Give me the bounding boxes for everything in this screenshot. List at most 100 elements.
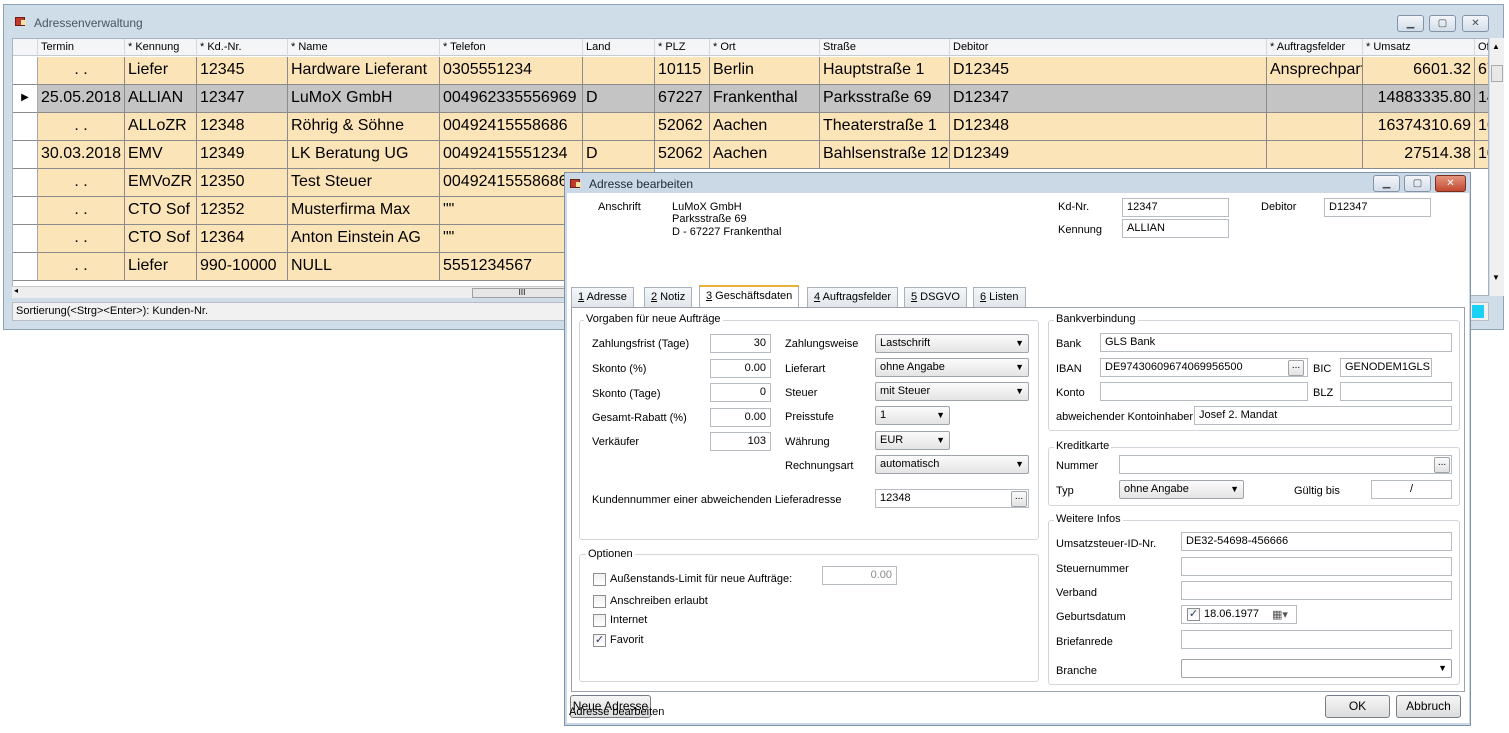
cell-telefon[interactable]: 00492415558686 [440, 113, 583, 141]
konto-field[interactable] [1100, 382, 1308, 401]
cell-plz[interactable]: 52062 [655, 113, 710, 141]
cell-kdnr[interactable]: 990-10000 [197, 253, 288, 281]
cell-telefon[interactable]: 5551234567 [440, 253, 583, 281]
gueltig-field[interactable]: / [1371, 480, 1452, 499]
tab-listen[interactable]: 6 Listen [973, 287, 1026, 307]
cell-kennung[interactable]: EMVoZR [125, 169, 197, 197]
ok-button[interactable]: OK [1325, 695, 1390, 718]
column-header-kennung[interactable]: * Kennung [125, 39, 197, 56]
dialog-close-button[interactable]: ✕ [1435, 175, 1466, 192]
cell-kennung[interactable]: CTO Sof [125, 197, 197, 225]
cell-land[interactable] [583, 57, 655, 85]
liefer-kd-field[interactable]: 12348 [875, 489, 1029, 508]
main-titlebar[interactable]: Adressenverwaltung ▁ ▢ ✕ [4, 5, 1503, 35]
skonto-tage-field[interactable]: 0 [710, 383, 771, 402]
tab-dsgvo[interactable]: 5 DSGVO [904, 287, 967, 307]
cell-name[interactable]: Test Steuer [288, 169, 440, 197]
cell-land[interactable]: D [583, 141, 655, 169]
cell-name[interactable]: Anton Einstein AG [288, 225, 440, 253]
row-indicator-icon[interactable]: ▶ [13, 85, 38, 113]
column-header-termin[interactable]: Termin [38, 39, 125, 56]
column-header-land[interactable]: Land [583, 39, 655, 56]
column-header-offen[interactable]: Offen [1475, 39, 1488, 56]
kennung-field[interactable]: ALLIAN [1122, 219, 1229, 238]
cell-umsatz[interactable]: 14883335.80 [1363, 85, 1475, 113]
cell-termin[interactable]: . . [38, 253, 125, 281]
cell-termin[interactable]: . . [38, 225, 125, 253]
cell-ort[interactable]: Frankenthal [710, 85, 820, 113]
branche-select[interactable]: ▼ [1181, 659, 1452, 678]
maximize-button[interactable]: ▢ [1429, 15, 1456, 32]
cell-debitor[interactable]: D12349 [950, 141, 1267, 169]
column-header-debitor[interactable]: Debitor [950, 39, 1267, 56]
cell-kdnr[interactable]: 12347 [197, 85, 288, 113]
cell-ort[interactable]: Aachen [710, 141, 820, 169]
verband-field[interactable] [1181, 581, 1452, 600]
cell-plz[interactable]: 52062 [655, 141, 710, 169]
row-header[interactable] [13, 225, 38, 253]
cell-strasse[interactable]: Parksstraße 69 [820, 85, 950, 113]
anschreiben-checkbox[interactable] [593, 595, 606, 608]
cell-telefon[interactable]: 004962335556969 [440, 85, 583, 113]
column-header-kdnr[interactable]: * Kd.-Nr. [197, 39, 288, 56]
favorit-checkbox[interactable]: ✓ [593, 634, 606, 647]
verkaeufer-field[interactable]: 103 [710, 432, 771, 451]
cell-debitor[interactable]: D12347 [950, 85, 1267, 113]
cell-ort[interactable]: Aachen [710, 113, 820, 141]
dialog-minimize-button[interactable]: ▁ [1373, 175, 1400, 192]
cell-termin[interactable]: . . [38, 57, 125, 85]
cell-kdnr[interactable]: 12345 [197, 57, 288, 85]
cell-kennung[interactable]: Liefer [125, 57, 197, 85]
cell-plz[interactable]: 67227 [655, 85, 710, 113]
column-header-plz[interactable]: * PLZ [655, 39, 710, 56]
zahlungsweise-select[interactable]: Lastschrift ▼ [875, 334, 1029, 353]
cell-umsatz[interactable]: 27514.38 [1363, 141, 1475, 169]
cell-telefon[interactable]: "" [440, 225, 583, 253]
briefanrede-field[interactable] [1181, 630, 1452, 649]
kk-typ-select[interactable]: ohne Angabe ▼ [1119, 480, 1244, 499]
liefer-kd-browse-button[interactable]: ... [1011, 491, 1027, 507]
cell-plz[interactable]: 10115 [655, 57, 710, 85]
cell-telefon[interactable]: "" [440, 197, 583, 225]
column-header-auftrag[interactable]: * Auftragsfelder [1267, 39, 1363, 56]
scroll-left-icon[interactable]: ◂ [14, 286, 18, 295]
cell-termin[interactable]: . . [38, 169, 125, 197]
column-header-name[interactable]: * Name [288, 39, 440, 56]
column-header-strasse[interactable]: Straße [820, 39, 950, 56]
cell-name[interactable]: LuMoX GmbH [288, 85, 440, 113]
kdnr-field[interactable]: 12347 [1122, 198, 1229, 217]
cell-offen[interactable]: 14033540.1 [1475, 85, 1488, 113]
table-row[interactable]: . . ALLoZR 12348 Röhrig & Söhne 004924155586… [13, 113, 1488, 141]
minimize-button[interactable]: ▁ [1397, 15, 1424, 32]
cell-land[interactable]: D [583, 85, 655, 113]
preisstufe-select[interactable]: 1 ▼ [875, 406, 950, 425]
cell-debitor[interactable]: D12348 [950, 113, 1267, 141]
row-header[interactable] [13, 253, 38, 281]
waehrung-select[interactable]: EUR ▼ [875, 431, 950, 450]
close-button[interactable]: ✕ [1462, 15, 1489, 32]
limit-field[interactable]: 0.00 [822, 566, 897, 585]
cell-strasse[interactable]: Hauptstraße 1 [820, 57, 950, 85]
cell-kdnr[interactable]: 12349 [197, 141, 288, 169]
internet-checkbox[interactable] [593, 614, 606, 627]
cell-termin[interactable]: 30.03.2018 [38, 141, 125, 169]
cell-name[interactable]: Röhrig & Söhne [288, 113, 440, 141]
ust-field[interactable]: DE32-54698-456666 [1181, 532, 1452, 551]
row-header[interactable] [13, 57, 38, 85]
cell-termin[interactable]: 25.05.2018 [38, 85, 125, 113]
bank-field[interactable]: GLS Bank [1100, 333, 1452, 352]
inhaber-field[interactable]: Josef 2. Mandat [1194, 406, 1452, 425]
cell-telefon[interactable]: 00492415551234 [440, 141, 583, 169]
hscroll-thumb[interactable]: III [472, 288, 572, 298]
rabatt-field[interactable]: 0.00 [710, 408, 771, 427]
scroll-up-icon[interactable]: ▲ [1492, 42, 1500, 51]
steuernr-field[interactable] [1181, 557, 1452, 576]
cell-termin[interactable]: . . [38, 197, 125, 225]
cell-kennung[interactable]: CTO Sof [125, 225, 197, 253]
kk-nummer-browse-button[interactable]: ... [1434, 457, 1450, 473]
row-header[interactable] [13, 169, 38, 197]
limit-checkbox[interactable] [593, 573, 606, 586]
cell-kdnr[interactable]: 12350 [197, 169, 288, 197]
cancel-button[interactable]: Abbruch [1396, 695, 1461, 718]
rechnungsart-select[interactable]: automatisch ▼ [875, 455, 1029, 474]
